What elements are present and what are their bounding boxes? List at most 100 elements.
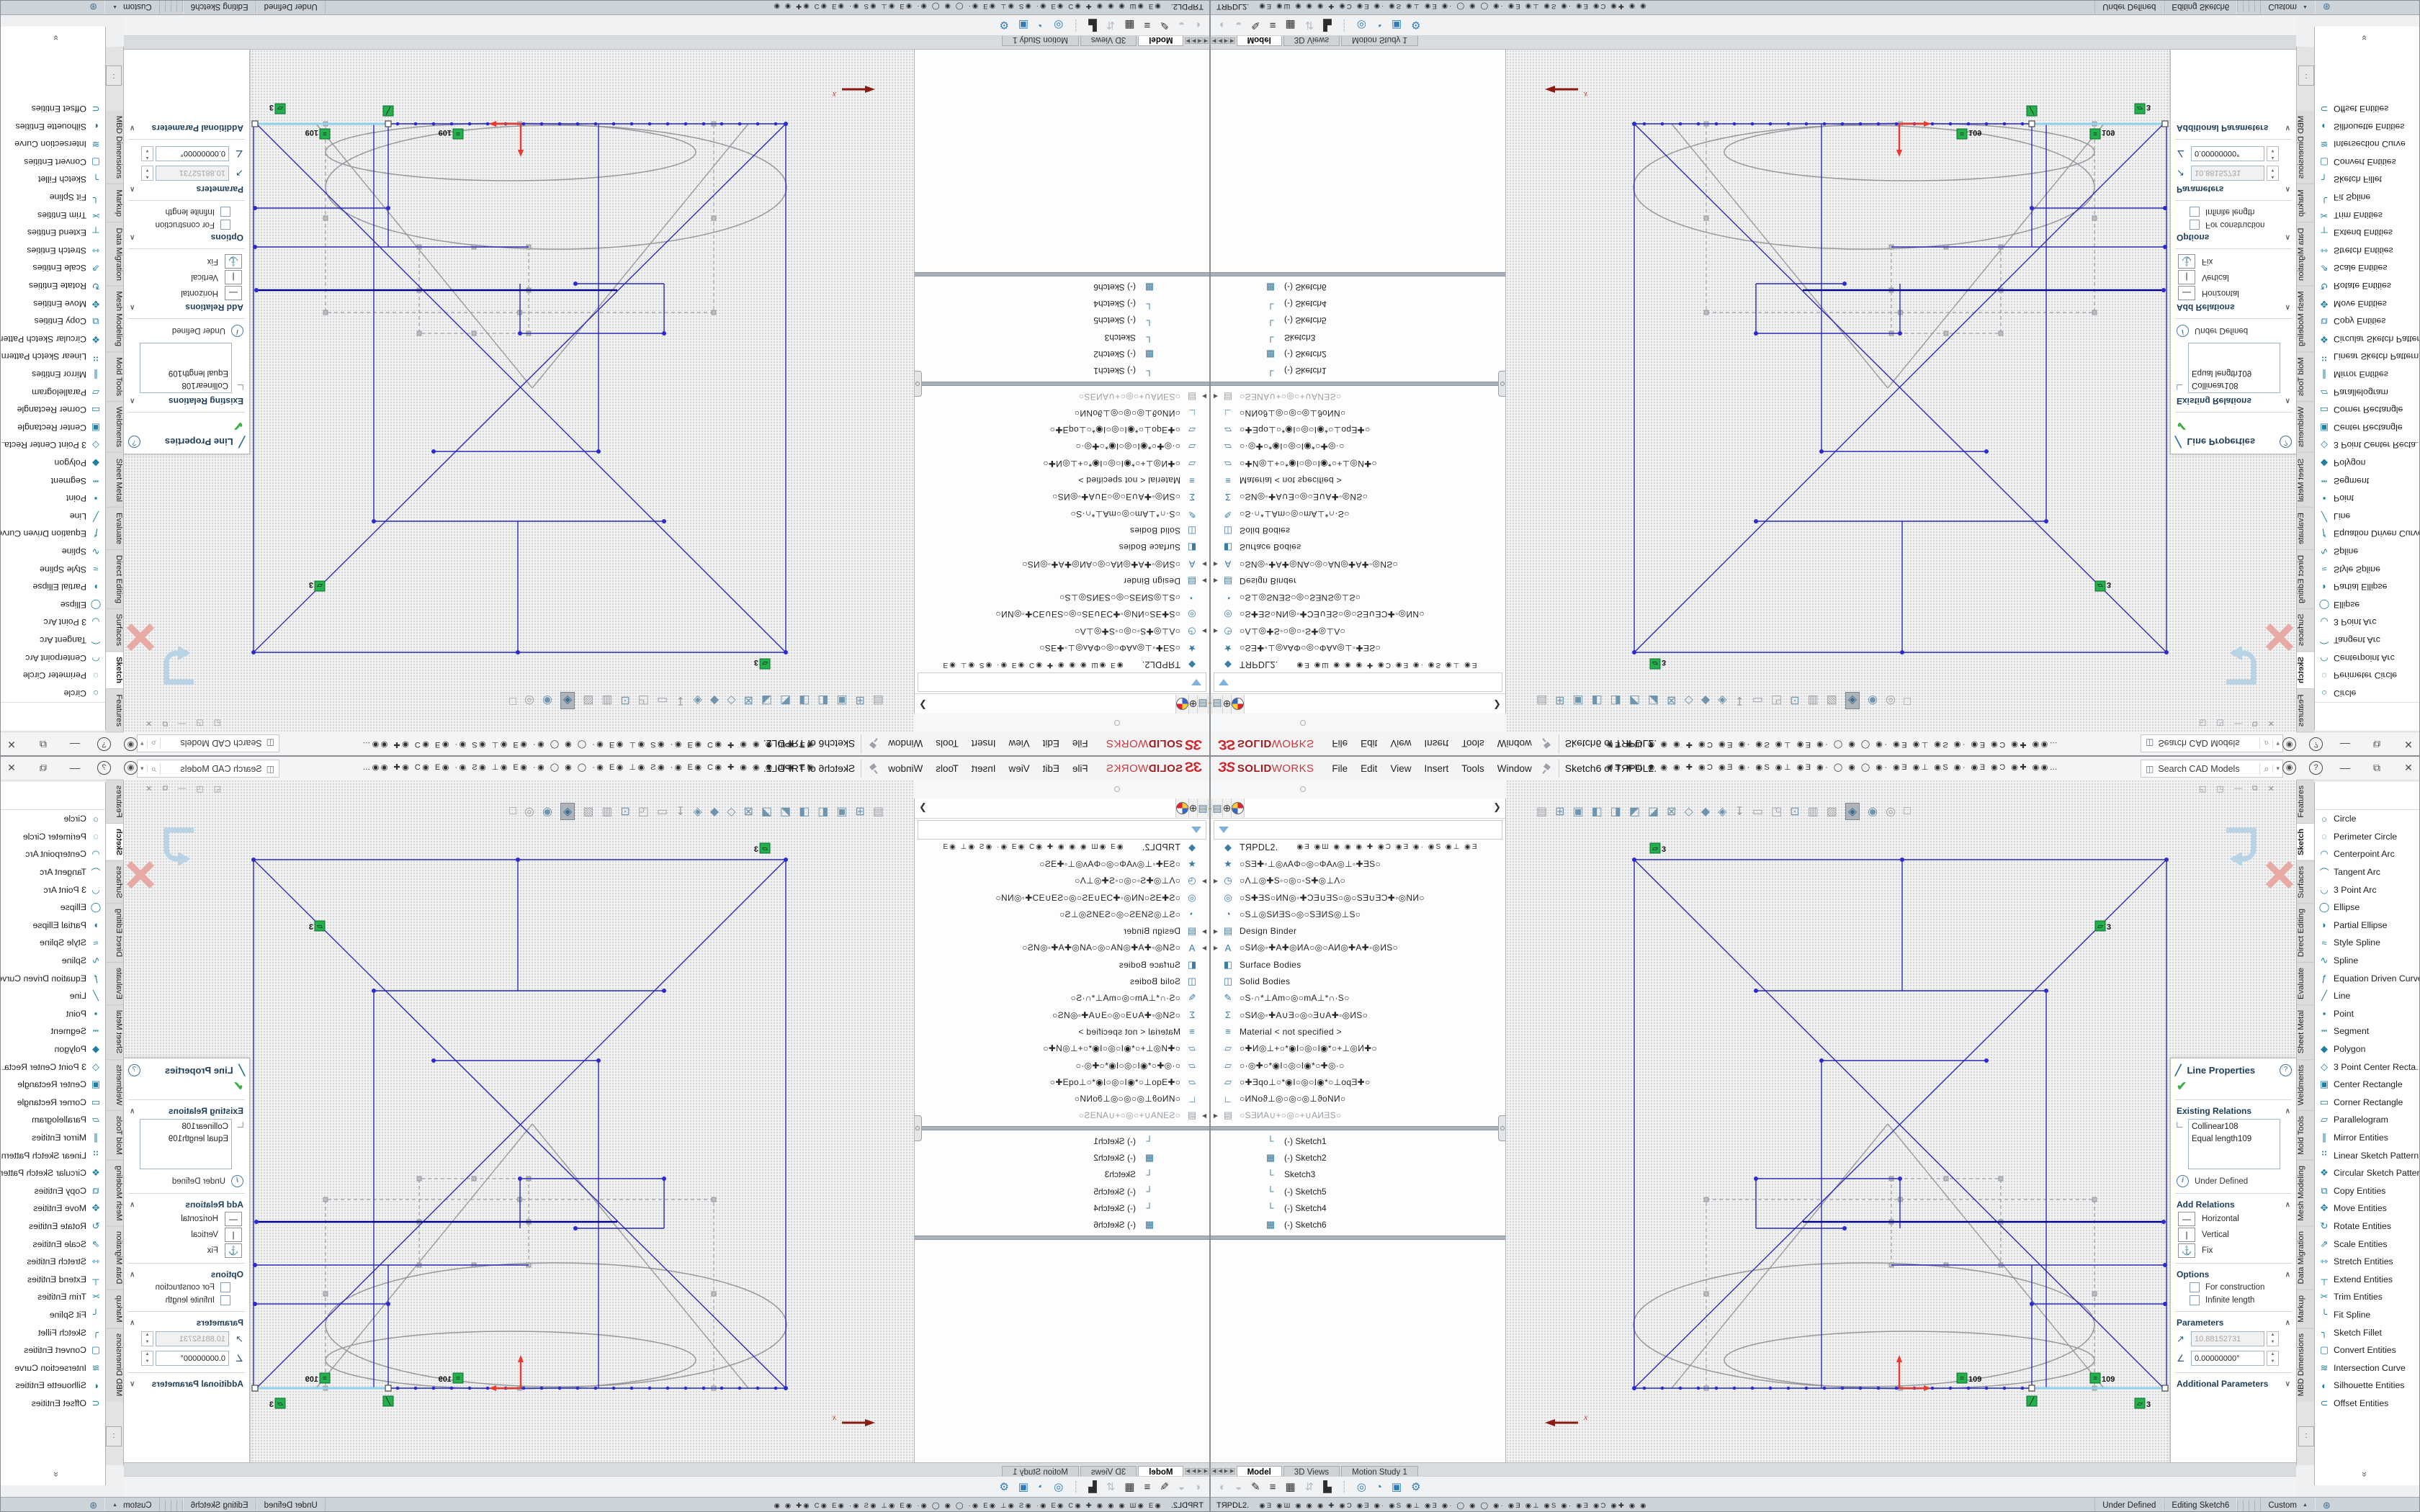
bottom-toolbar-icon[interactable]: ◒	[1178, 1481, 1185, 1493]
command-tab[interactable]: Data Migration	[106, 222, 123, 286]
tool-menu-item[interactable]: ▢ Convert Entities	[0, 153, 105, 171]
tool-menu-item[interactable]: ◐ Silhouette Entities	[2315, 1377, 2420, 1395]
status-custom-dropdown[interactable]: Custom ▲	[2260, 1498, 2316, 1512]
tool-menu-item[interactable]: ▢ Convert Entities	[0, 1341, 105, 1359]
tree-row[interactable]: ▶ A ○SИ◎◦✚A✚◎ИA○◎○AИ◎✚A✚◦◎ИS○	[1211, 556, 1505, 572]
tool-menu-item[interactable]: ▪ Point	[2315, 490, 2420, 508]
doc-window-control-icon[interactable]: ◳	[2216, 784, 2223, 793]
add-relation-button[interactable]: — Horizontal	[124, 1211, 249, 1227]
bottom-toolbar-icon[interactable]: ┊	[1341, 19, 1348, 32]
restore-button[interactable]: ⧉	[2367, 736, 2386, 753]
relation-item[interactable]: Equal length109	[2192, 1133, 2277, 1146]
command-tab[interactable]: Sketch	[2297, 652, 2314, 689]
expand-panel-icon[interactable]: ❯	[919, 699, 927, 711]
menu-scroll-down-icon[interactable]: »	[50, 1472, 60, 1477]
collapse-icon[interactable]: ∧	[2285, 234, 2290, 242]
minimize-button[interactable]: —	[2336, 759, 2354, 776]
help-icon[interactable]: ?	[128, 436, 140, 448]
section-additional-parameters[interactable]: Additional Parameters ∨	[2171, 122, 2296, 135]
tree-expand-icon[interactable]: ▶	[1211, 628, 1221, 634]
command-tab[interactable]: Markup	[2297, 1290, 2314, 1328]
quick-access-toolbar[interactable]: ◉Ǝ ◉Ш ◉ ◉ ◉ ✚ ◉Ɔ ◉Ǝ ◉· ◉S ◉⊥ ◉Ǝ ◉· ◯ ◉ ◯…	[1606, 740, 2139, 750]
view-toolbar-icon[interactable]: ⊠	[743, 693, 753, 708]
doc-window-control-icon[interactable]: ⧉	[2252, 719, 2258, 728]
command-tab[interactable]: Data Migration	[2297, 222, 2314, 286]
view-toolbar-icon[interactable]: ◆	[1701, 693, 1710, 708]
tab-nav-button[interactable]: ◀	[1197, 1468, 1202, 1475]
tree-row[interactable]: ▶ ◷ ○Λ⊥◎✚S◦○◎○◦S✚◎⊥Λ○	[915, 873, 1209, 889]
tree-row[interactable]: ★ ○SƎ✚◦⊥◎ʌAΦ○◎○ΦAʌ◎⊥◦✚ƎS○	[915, 639, 1209, 656]
menu-item[interactable]: Edit	[1036, 737, 1066, 752]
tab-nav-button[interactable]: ▶	[1185, 37, 1190, 44]
tree-row[interactable]: ▱ ○✚И◎⊥+○*◉I○◎○I◉*○+⊥◎И✚○	[915, 1040, 1209, 1057]
collapse-icon[interactable]: ∧	[2285, 304, 2290, 312]
tab-nav-button[interactable]: ▶	[1191, 37, 1196, 44]
add-relation-button[interactable]: | Vertical	[124, 269, 249, 285]
view-toolbar-icon[interactable]: ▭	[1752, 693, 1763, 708]
command-tab[interactable]: Direct Editing	[106, 550, 123, 609]
tree-expand-icon[interactable]: ▶	[1211, 878, 1221, 884]
command-tab[interactable]: Mold Tools	[106, 352, 123, 402]
parameter-input[interactable]: 10.88152731	[156, 166, 229, 181]
search-icon[interactable]: ⌕	[148, 738, 161, 750]
tree-root-row[interactable]: ◆ TЯPDL2. ◉Ǝ ◉Ш ◉ ◉ ◉ ✚ ◉Ɔ ◉Ǝ ◉· ◉S ◉⊥ ◉…	[1211, 839, 1505, 855]
panel-splitter-handle[interactable]	[1498, 371, 1506, 397]
strip-handle-icon[interactable]	[1114, 720, 1120, 726]
tree-root-row[interactable]: ◆ TЯPDL2. ◉Ǝ ◉Ш ◉ ◉ ◉ ✚ ◉Ɔ ◉Ǝ ◉· ◉S ◉⊥ ◉…	[1211, 657, 1505, 673]
view-toolbar-icon[interactable]: ◨	[1610, 693, 1621, 708]
view-toolbar-icon[interactable]: ▤	[873, 693, 884, 708]
tool-menu-item[interactable]: ≈ Style Spline	[2315, 560, 2420, 578]
menu-item[interactable]: Tools	[929, 761, 965, 776]
tool-menu-item[interactable]: ≈ Style Spline	[2315, 934, 2420, 952]
view-toolbar-icon[interactable]: ▨	[1827, 804, 1837, 819]
tool-menu-item[interactable]: ┅ Segment	[0, 472, 105, 490]
doc-window-control-icon[interactable]: —	[2234, 784, 2242, 793]
view-toolbar-icon[interactable]: ◇	[727, 693, 735, 708]
doc-window-control-icon[interactable]: —	[178, 784, 186, 793]
tree-expand-icon[interactable]: ▶	[1199, 561, 1209, 567]
menu-scroll-down-icon[interactable]: »	[2360, 35, 2370, 40]
view-toolbar-icon[interactable]: ↧	[676, 693, 685, 708]
bottom-toolbar-icon[interactable]: ≡	[1270, 19, 1276, 32]
feature-manager-tab[interactable]	[1175, 695, 1188, 714]
tree-expand-icon[interactable]: ▶	[1211, 561, 1221, 567]
menu-item[interactable]: View	[1003, 761, 1036, 776]
option-row[interactable]: For construction	[124, 218, 249, 231]
view-toolbar-icon[interactable]: ▤	[873, 804, 884, 819]
tree-row[interactable]: ▱ ○✚Ǝqo⊥○*◉I○◎○I◉*○⊥oqƎ✚○	[915, 422, 1209, 438]
bottom-toolbar-icon[interactable]: ⚙	[999, 1480, 1008, 1493]
tool-menu-item[interactable]: ⧉ Copy Entities	[2315, 1182, 2420, 1200]
checkbox[interactable]	[220, 1295, 230, 1305]
add-relation-button[interactable]: ⚓ Fix	[124, 253, 249, 269]
tool-menu-item[interactable]: ∥ Mirror Entities	[2315, 1129, 2420, 1147]
tree-expand-icon[interactable]: ▶	[1199, 945, 1209, 951]
tree-row[interactable]: ▶ ▤ ○SƎИA∪+○◎○+∪AИƎS○	[1211, 388, 1505, 405]
sketch-list-row[interactable]: └ Sketch3	[915, 1166, 1209, 1183]
search-input[interactable]: ◫ Search CAD Models ⌕ ▾	[137, 734, 279, 752]
tree-row[interactable]: ✎ ○S·∩*⊥Am○◎○mA⊥*∩·S○	[1211, 990, 1505, 1007]
view-toolbar-icon[interactable]: ◆	[710, 804, 719, 819]
tree-expand-icon[interactable]: ▶	[1199, 577, 1209, 584]
tool-menu-item[interactable]: ⠛ Linear Sketch Pattern	[2315, 1146, 2420, 1164]
sketch-list-row[interactable]: └ (-) Sketch4	[915, 1200, 1209, 1216]
spinner-stepper[interactable]: ▲▼	[2267, 146, 2279, 161]
relation-item[interactable]: Collinear108	[143, 379, 228, 391]
tool-menu-item[interactable]: ⇿ Stretch Entities	[0, 1253, 105, 1271]
tree-row[interactable]: ▱ ○✚И◎⊥+○*◉I○◎○I◉*○+⊥◎И✚○	[1211, 1040, 1505, 1057]
feature-manager-tab[interactable]: ◆	[1208, 695, 1209, 714]
bottom-toolbar-icon[interactable]: ◎	[1054, 1480, 1063, 1493]
tool-menu-item[interactable]: ╮ Sketch Fillet	[2315, 1323, 2420, 1341]
tool-menu-item[interactable]: ✂ Trim Entities	[2315, 206, 2420, 224]
relation-item[interactable]: Collinear108	[143, 1121, 228, 1133]
tree-splitter[interactable]	[1211, 272, 1505, 276]
sketch-list-row[interactable]: └ Sketch3	[915, 329, 1209, 346]
feature-manager-tab[interactable]: ▤	[1197, 798, 1207, 817]
tree-row[interactable]: ▱ ○✚Ǝqo⊥○*◉I○◎○I◉*○⊥oqƎ✚○	[915, 1074, 1209, 1090]
search-input[interactable]: ◫ Search CAD Models ⌕ ▾	[2141, 734, 2283, 752]
add-relation-button[interactable]: | Vertical	[2171, 1227, 2296, 1243]
tool-menu-item[interactable]: ╱ Line	[0, 507, 105, 525]
bottom-toolbar-icon[interactable]: ◎	[1357, 1480, 1366, 1493]
tree-splitter[interactable]	[915, 1236, 1209, 1240]
restore-button[interactable]: ⧉	[34, 736, 53, 753]
feature-manager-tab[interactable]	[1232, 798, 1245, 817]
